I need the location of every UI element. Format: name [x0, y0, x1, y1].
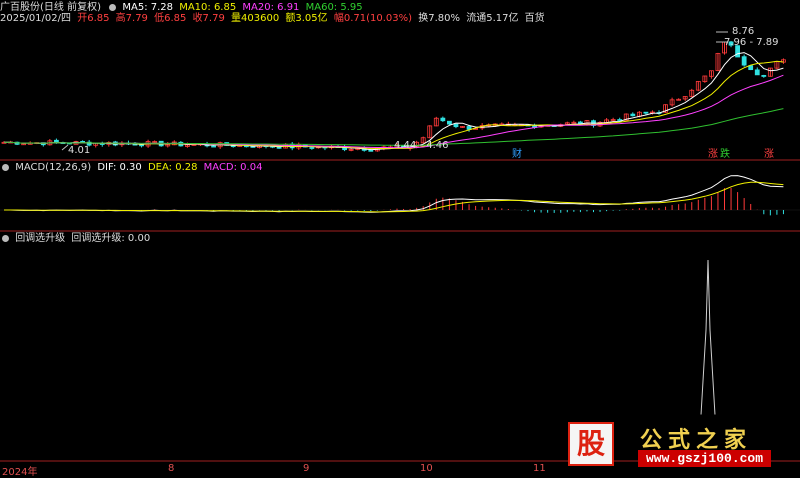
candle-body: [761, 75, 767, 77]
macd-group: [0, 175, 800, 216]
candle-body: [630, 113, 636, 117]
indicator-spike-line: [700, 259, 716, 416]
candle-body: [276, 146, 282, 149]
watermark-logo: 股 公式之家 www.gszj100.com: [560, 418, 800, 470]
candle-body: [453, 123, 459, 128]
high-label: 8.76: [732, 26, 754, 37]
ma20-line: [3, 74, 784, 149]
dea-line: [4, 181, 784, 213]
x-tick-label: 2024年: [2, 467, 38, 478]
x-tick-label: 11: [533, 463, 546, 474]
x-tick-label: 9: [303, 463, 310, 474]
candle-body: [741, 56, 747, 66]
candles-group: [1, 40, 786, 152]
logo-emblem: 股: [568, 422, 614, 466]
candle-body: [211, 145, 217, 148]
ma-lines-group: [3, 52, 784, 151]
candle-body: [643, 111, 649, 114]
dif-line: [4, 175, 784, 213]
candle-body: [54, 139, 59, 143]
logo-url: www.gszj100.com: [638, 450, 772, 467]
range-mid-label: 4.44 - 4.46: [394, 140, 449, 151]
x-tick-label: 10: [420, 463, 433, 474]
range-top-label: 7.96 - 7.89: [724, 37, 779, 48]
candle-body: [446, 120, 452, 125]
signal-die: 跌: [720, 147, 730, 160]
candle-body: [754, 69, 760, 76]
stock-chart-svg[interactable]: 8.76 7.96 - 7.89 4.01 4.44 - 4.46 财 涨 跌 …: [0, 0, 800, 475]
candle-body: [466, 126, 472, 130]
candle-body: [368, 149, 374, 152]
signal-zhang-1: 涨: [708, 148, 718, 160]
candle-body: [617, 119, 623, 121]
ma5-line: [3, 52, 784, 151]
candle-body: [440, 117, 446, 122]
low-label: 4.01: [68, 145, 90, 156]
signal-zhang-2: 涨: [764, 148, 774, 160]
candle-body: [748, 65, 754, 71]
x-tick-label: 8: [168, 463, 175, 474]
signal-cai-1: 财: [512, 147, 522, 160]
candle-body: [309, 147, 315, 149]
